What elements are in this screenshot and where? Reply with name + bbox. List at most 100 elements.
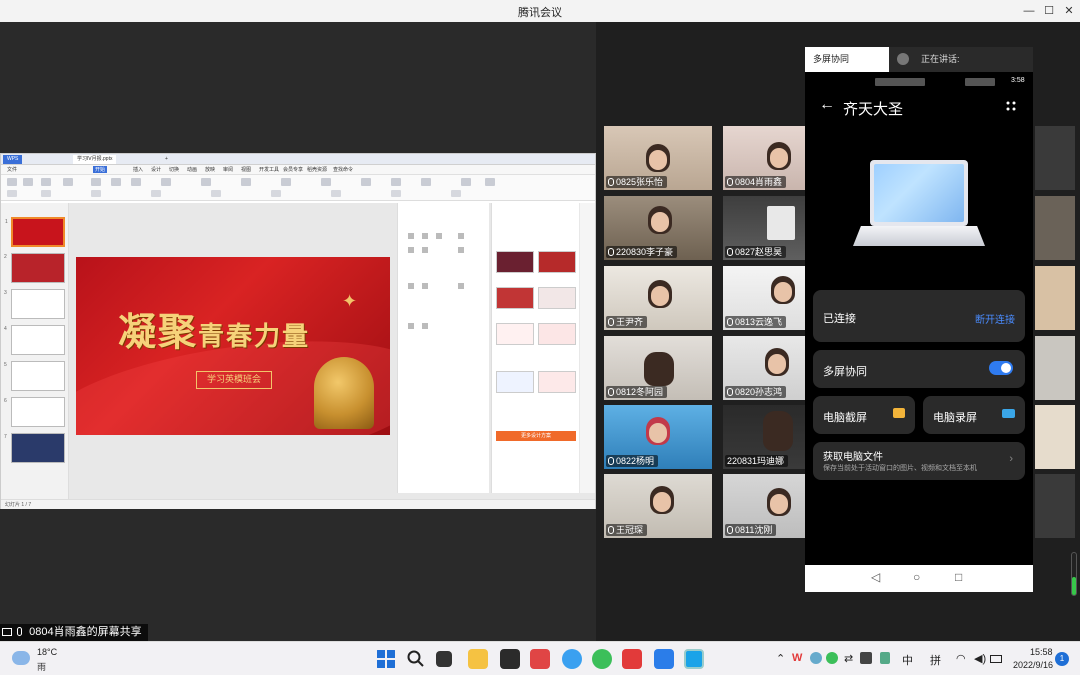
participant-tile-partial[interactable] [1035, 474, 1075, 538]
app-icon[interactable] [530, 649, 550, 669]
design-template-thumbnail[interactable] [496, 287, 534, 309]
ime-language[interactable]: 中 [902, 652, 913, 668]
ribbon-button[interactable] [271, 190, 281, 197]
ribbon-button[interactable] [451, 190, 461, 197]
menu-review[interactable]: 审阅 [223, 166, 233, 173]
participant-tile-partial[interactable] [1035, 196, 1075, 260]
browser-icon[interactable] [592, 649, 612, 669]
nav-back-button[interactable]: ◁ [871, 570, 880, 584]
screenshot-button[interactable]: 电脑截屏 [813, 396, 915, 434]
design-template-thumbnail[interactable] [538, 251, 576, 273]
ribbon-button[interactable] [7, 178, 17, 186]
align-icon[interactable] [408, 233, 414, 239]
multiscreen-toggle[interactable] [989, 361, 1013, 375]
tray-wps-icon[interactable]: W [792, 652, 802, 664]
menu-developer[interactable]: 开发工具 [259, 166, 279, 173]
design-template-thumbnail[interactable] [538, 287, 576, 309]
slide-thumbnail[interactable]: 3 [4, 289, 65, 319]
ribbon-button[interactable] [461, 178, 471, 186]
ribbon-button[interactable] [23, 178, 33, 186]
ime-mode[interactable]: 拼 [930, 652, 941, 668]
task-view-icon[interactable] [436, 651, 452, 667]
align-icon[interactable] [458, 233, 464, 239]
tray-app-icon[interactable]: ⇄ [844, 652, 853, 665]
menu-docer[interactable]: 稻壳资源 [307, 166, 327, 173]
ribbon-button[interactable] [41, 190, 51, 197]
design-template-thumbnail[interactable] [538, 323, 576, 345]
ribbon-button[interactable] [211, 190, 221, 197]
ribbon-button[interactable] [331, 190, 341, 197]
participant-tile-partial[interactable] [1035, 405, 1075, 469]
ribbon-button[interactable] [391, 178, 401, 186]
menu-animation[interactable]: 动画 [187, 166, 197, 173]
ribbon-button[interactable] [241, 178, 251, 186]
menu-file[interactable]: 文件 [7, 166, 17, 173]
disconnect-button[interactable]: 断开连接 [975, 311, 1015, 326]
app-icon[interactable] [654, 649, 674, 669]
record-button[interactable]: 电脑录屏 [923, 396, 1025, 434]
ribbon-button[interactable] [391, 190, 401, 197]
ribbon-button[interactable] [7, 190, 17, 197]
participant-tile[interactable]: 王尹齐 [604, 266, 712, 330]
cloud-icon[interactable] [562, 649, 582, 669]
wifi-icon[interactable]: ◠ [956, 652, 966, 665]
menu-slideshow[interactable]: 放映 [205, 166, 215, 173]
align-icon[interactable] [458, 247, 464, 253]
participant-tile[interactable]: 0825张乐怡 [604, 126, 712, 190]
tray-app-icon[interactable] [860, 652, 872, 664]
slide-thumbnail[interactable]: 5 [4, 361, 65, 391]
design-template-thumbnail[interactable] [496, 371, 534, 393]
search-icon[interactable] [406, 649, 426, 669]
ribbon-button[interactable] [63, 178, 73, 186]
ribbon-button[interactable] [421, 178, 431, 186]
chevron-up-icon[interactable]: ⌃ [776, 652, 785, 665]
tencent-meeting-icon[interactable] [684, 649, 704, 669]
align-icon[interactable] [436, 233, 442, 239]
menu-design[interactable]: 设计 [151, 166, 161, 173]
rotate-icon[interactable] [422, 323, 428, 329]
layer-icon[interactable] [458, 283, 464, 289]
tray-app-icon[interactable] [810, 652, 822, 664]
tab-multiscreen[interactable]: 多屏协同 [805, 47, 889, 72]
nav-recent-button[interactable]: □ [955, 570, 962, 584]
rotate-icon[interactable] [408, 323, 414, 329]
file-explorer-icon[interactable] [468, 649, 488, 669]
app-icon[interactable] [500, 649, 520, 669]
weather-description[interactable]: 雨 [37, 660, 46, 673]
new-tab-button[interactable]: + [161, 155, 172, 164]
slide-thumbnail[interactable]: 2 [4, 253, 65, 283]
menu-member[interactable]: 会员专享 [283, 166, 303, 173]
battery-icon[interactable] [990, 655, 1002, 663]
windows-start-icon[interactable] [376, 649, 396, 669]
layer-icon[interactable] [422, 283, 428, 289]
weather-temperature[interactable]: 18°C [37, 647, 57, 657]
ribbon-button[interactable] [91, 178, 101, 186]
ribbon-button[interactable] [485, 178, 495, 186]
design-template-thumbnail[interactable] [496, 323, 534, 345]
minimize-button[interactable]: — [1018, 2, 1040, 20]
participant-tile[interactable]: 220830李子豪 [604, 196, 712, 260]
design-template-thumbnail[interactable] [538, 371, 576, 393]
get-files-card[interactable]: 获取电脑文件 保存当前处于活动窗口的图片、视频和文档至本机 › [813, 442, 1025, 480]
ribbon-button[interactable] [281, 178, 291, 186]
clock-date[interactable]: 2022/9/16 [1013, 660, 1053, 670]
ribbon-button[interactable] [131, 178, 141, 186]
participant-tile-partial[interactable] [1035, 266, 1075, 330]
nav-home-button[interactable]: ○ [913, 570, 920, 584]
tray-app-icon[interactable] [880, 652, 890, 664]
ribbon-button[interactable] [41, 178, 51, 186]
slide-thumbnail[interactable]: 6 [4, 397, 65, 427]
align-icon[interactable] [422, 233, 428, 239]
ribbon-button[interactable] [201, 178, 211, 186]
slide-thumbnail[interactable]: 7 [4, 433, 65, 463]
participant-tile-partial[interactable] [1035, 336, 1075, 400]
slide-thumbnail[interactable]: 4 [4, 325, 65, 355]
volume-icon[interactable]: ◀) [974, 652, 986, 665]
notification-badge[interactable]: 1 [1055, 652, 1069, 666]
ribbon-button[interactable] [161, 178, 171, 186]
ribbon-button[interactable] [321, 178, 331, 186]
tab-document[interactable]: 学习Ⅳ月报.pptx [73, 155, 117, 164]
participant-tile[interactable]: 0822杨明 [604, 405, 712, 469]
wps-icon[interactable] [622, 649, 642, 669]
tray-app-icon[interactable] [826, 652, 838, 664]
